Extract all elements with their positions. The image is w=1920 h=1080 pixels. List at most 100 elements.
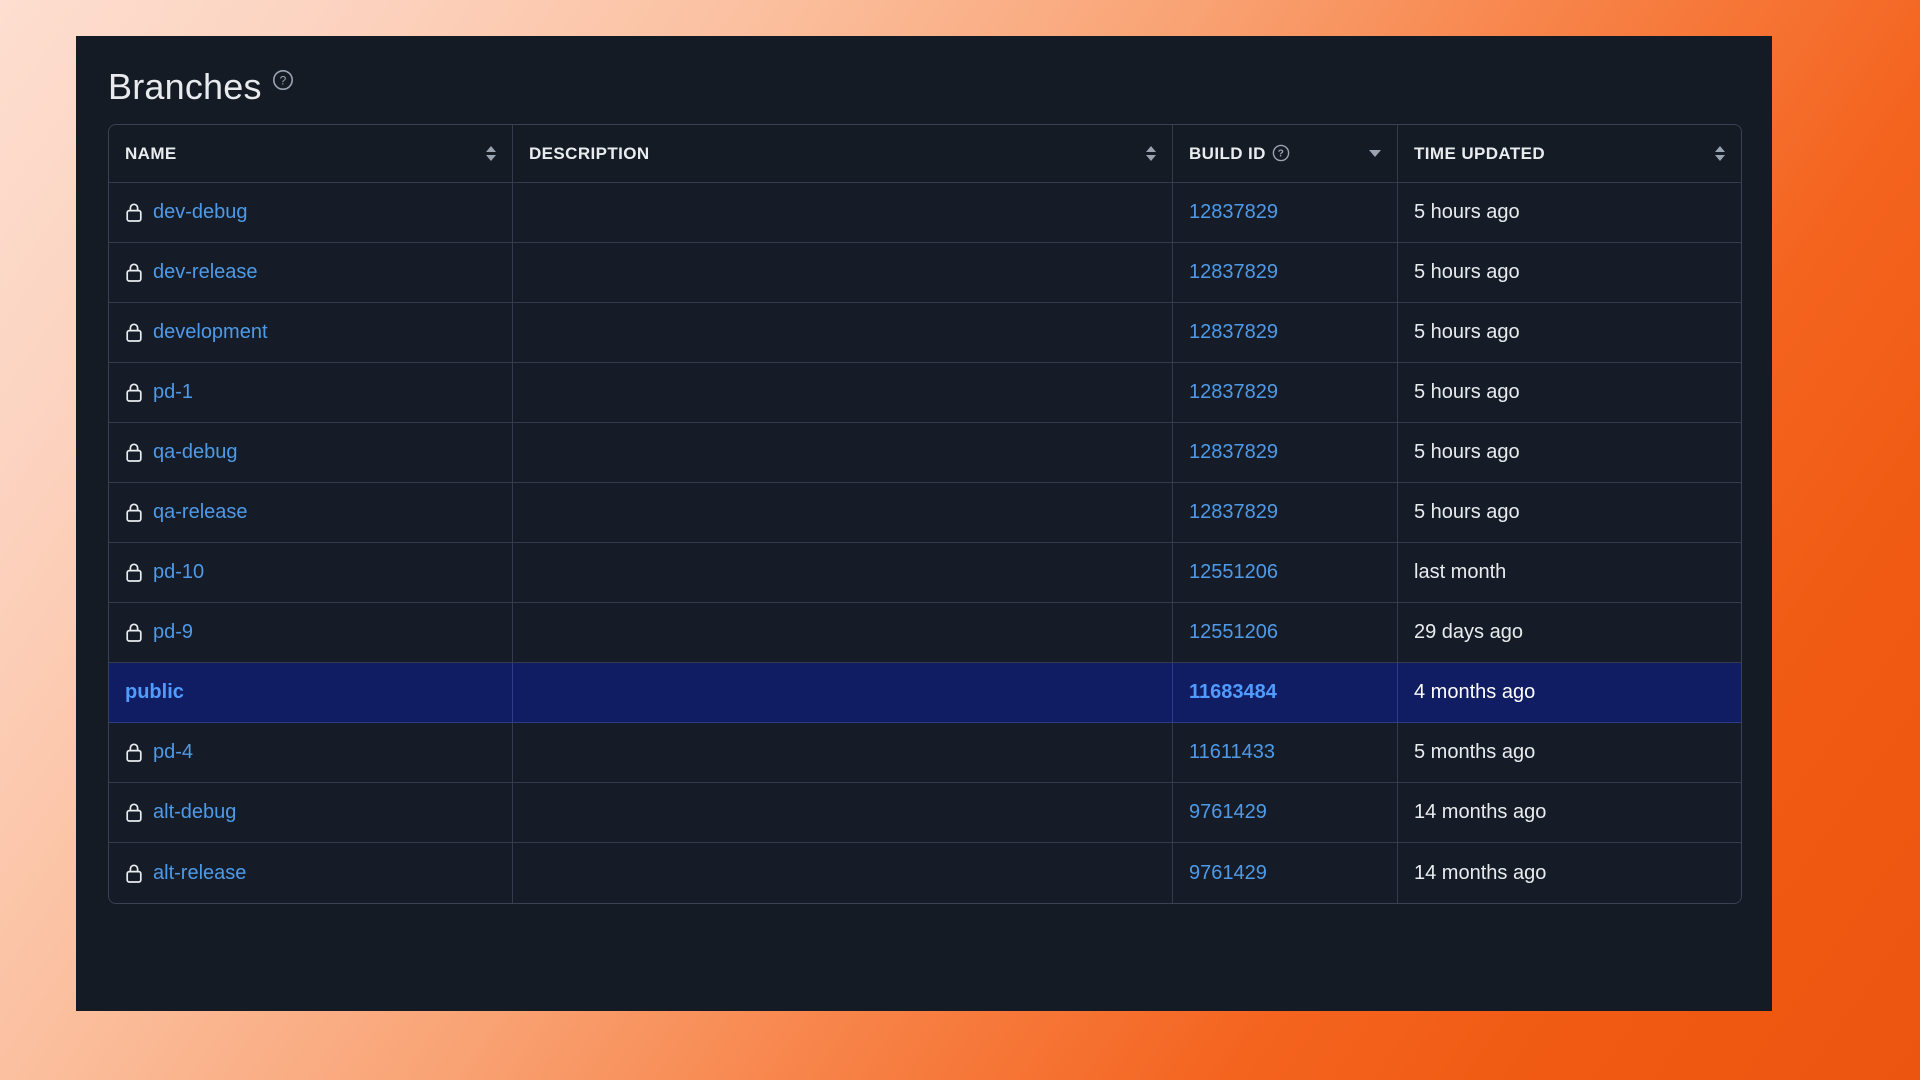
column-header-build-id-label-group: BUILD ID ? [1189,144,1290,164]
cell-name[interactable]: pd-9 [109,603,513,663]
cell-time-updated: 5 hours ago [1398,183,1741,243]
time-updated-value: 5 hours ago [1414,441,1520,463]
cell-build-id[interactable]: 12551206 [1173,603,1398,663]
cell-time-updated: 5 hours ago [1398,243,1741,303]
build-id-link[interactable]: 9761429 [1189,862,1267,884]
build-id-link[interactable]: 12837829 [1189,321,1278,343]
sort-both-icon-time-updated[interactable] [1715,146,1725,161]
lock-icon [125,202,143,223]
build-id-link[interactable]: 12837829 [1189,441,1278,463]
table-row[interactable]: pd-1 12837829 5 hours ago [109,363,1741,423]
cell-description [513,303,1173,363]
sort-descending-icon-build-id[interactable] [1369,150,1381,157]
lock-icon [125,382,143,403]
sort-both-icon-name[interactable] [486,146,496,161]
cell-build-id[interactable]: 12837829 [1173,363,1398,423]
column-header-description-label: DESCRIPTION [529,144,650,164]
branch-name-link[interactable]: pd-1 [153,381,193,404]
cell-build-id[interactable]: 12551206 [1173,543,1398,603]
table-row[interactable]: qa-release 12837829 5 hours ago [109,483,1741,543]
cell-build-id[interactable]: 12837829 [1173,243,1398,303]
cell-name[interactable]: alt-debug [109,783,513,843]
cell-time-updated: 5 months ago [1398,723,1741,783]
cell-time-updated: 29 days ago [1398,603,1741,663]
branch-name-link[interactable]: qa-debug [153,441,238,464]
cell-name[interactable]: pd-1 [109,363,513,423]
cell-description [513,543,1173,603]
help-circle-icon-build-id[interactable]: ? [1272,144,1290,162]
build-id-link[interactable]: 9761429 [1189,801,1267,823]
cell-build-id[interactable]: 11683484 [1173,663,1398,723]
build-id-link[interactable]: 12837829 [1189,381,1278,403]
cell-description [513,663,1173,723]
table-row[interactable]: dev-release 12837829 5 hours ago [109,243,1741,303]
table-row[interactable]: dev-debug 12837829 5 hours ago [109,183,1741,243]
branch-name-link[interactable]: pd-9 [153,621,193,644]
table-row[interactable]: alt-debug 9761429 14 months ago [109,783,1741,843]
branch-name-link[interactable]: alt-debug [153,801,236,824]
branch-name-link[interactable]: public [125,681,184,704]
cell-build-id[interactable]: 11611433 [1173,723,1398,783]
column-header-name-label: NAME [125,144,177,164]
branch-name-link[interactable]: dev-debug [153,201,248,224]
table-row[interactable]: alt-release 9761429 14 months ago [109,843,1741,903]
branch-name-link[interactable]: qa-release [153,501,248,524]
column-header-time-updated[interactable]: TIME UPDATED [1398,125,1741,183]
time-updated-value: 4 months ago [1414,681,1535,703]
cell-build-id[interactable]: 12837829 [1173,423,1398,483]
svg-text:?: ? [279,73,286,87]
build-id-link[interactable]: 12551206 [1189,561,1278,583]
cell-name[interactable]: dev-debug [109,183,513,243]
branch-name-link[interactable]: development [153,321,268,344]
cell-build-id[interactable]: 9761429 [1173,843,1398,903]
cell-description [513,783,1173,843]
branch-name-link[interactable]: pd-10 [153,561,204,584]
cell-name[interactable]: qa-debug [109,423,513,483]
cell-name[interactable]: pd-10 [109,543,513,603]
cell-description [513,363,1173,423]
cell-time-updated: 14 months ago [1398,783,1741,843]
cell-build-id[interactable]: 12837829 [1173,483,1398,543]
cell-name[interactable]: public [109,663,513,723]
cell-name[interactable]: dev-release [109,243,513,303]
build-id-link[interactable]: 11611433 [1189,741,1275,763]
cell-build-id[interactable]: 12837829 [1173,303,1398,363]
cell-name[interactable]: pd-4 [109,723,513,783]
table-row[interactable]: development128378295 hours ago [109,303,1741,363]
time-updated-value: 29 days ago [1414,621,1523,643]
cell-name[interactable]: alt-release [109,843,513,903]
build-id-link[interactable]: 12837829 [1189,261,1278,283]
sort-both-icon-description[interactable] [1146,146,1156,161]
build-id-link[interactable]: 12837829 [1189,501,1278,523]
table-row[interactable]: pd-9 12551206 29 days ago [109,603,1741,663]
help-circle-icon[interactable]: ? [272,69,294,91]
page-title: Branches [108,69,262,105]
cell-build-id[interactable]: 12837829 [1173,183,1398,243]
cell-time-updated: 14 months ago [1398,843,1741,903]
build-id-link[interactable]: 11683484 [1189,681,1277,703]
table-row[interactable]: qa-debug 12837829 5 hours ago [109,423,1741,483]
cell-time-updated: 5 hours ago [1398,363,1741,423]
table-row[interactable]: pd-1012551206last month [109,543,1741,603]
lock-icon [125,622,143,643]
build-id-link[interactable]: 12837829 [1189,201,1278,223]
cell-time-updated: 5 hours ago [1398,483,1741,543]
table-row[interactable]: public 11683484 4 months ago [109,663,1741,723]
svg-text:?: ? [1278,148,1285,159]
cell-description [513,423,1173,483]
lock-icon [125,502,143,523]
branch-name-link[interactable]: dev-release [153,261,258,284]
column-header-description[interactable]: DESCRIPTION [513,125,1173,183]
cell-name[interactable]: qa-release [109,483,513,543]
branch-name-link[interactable]: alt-release [153,862,246,885]
build-id-link[interactable]: 12551206 [1189,621,1278,643]
cell-name[interactable]: development [109,303,513,363]
table-row[interactable]: pd-4 11611433 5 months ago [109,723,1741,783]
table-header: NAME DESCRIPTION [109,125,1741,183]
column-header-build-id[interactable]: BUILD ID ? [1173,125,1398,183]
branch-name-link[interactable]: pd-4 [153,741,193,764]
cell-build-id[interactable]: 9761429 [1173,783,1398,843]
time-updated-value: 14 months ago [1414,862,1546,884]
table-header-row: NAME DESCRIPTION [109,125,1741,183]
column-header-name[interactable]: NAME [109,125,513,183]
